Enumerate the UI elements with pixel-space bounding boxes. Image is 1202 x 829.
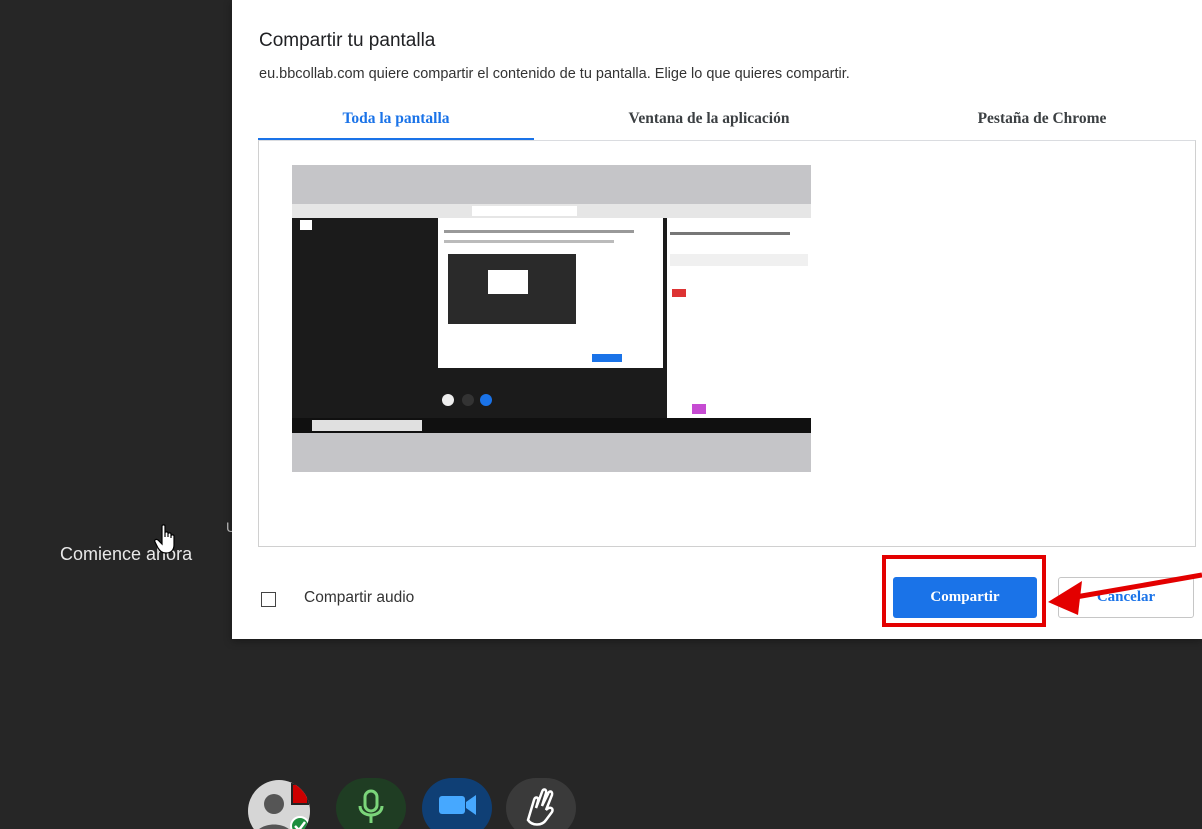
share-audio-label: Compartir audio xyxy=(304,589,415,606)
camera-icon xyxy=(439,795,476,815)
annotation-arrow-icon xyxy=(1048,572,1202,615)
microphone-button[interactable] xyxy=(336,778,406,829)
screen-thumbnail-content xyxy=(292,204,811,433)
tab-entire-screen[interactable]: Toda la pantalla xyxy=(258,100,534,140)
tab-application-window[interactable]: Ventana de la aplicación xyxy=(536,100,882,138)
avatar-status-icon[interactable] xyxy=(248,780,310,829)
dialog-description: eu.bbcollab.com quiere compartir el cont… xyxy=(259,66,850,82)
raise-hand-icon xyxy=(526,788,554,826)
share-tabs: Toda la pantalla Ventana de la aplicació… xyxy=(258,100,1202,140)
share-screen-dialog: Compartir tu pantalla eu.bbcollab.com qu… xyxy=(232,0,1202,639)
microphone-icon xyxy=(358,789,384,823)
share-audio-checkbox[interactable] xyxy=(261,592,276,607)
share-preview-area xyxy=(258,140,1196,547)
share-button[interactable]: Compartir xyxy=(893,577,1037,618)
screen-thumbnail[interactable] xyxy=(292,165,811,472)
tab-chrome-tab[interactable]: Pestaña de Chrome xyxy=(884,100,1200,138)
camera-button[interactable] xyxy=(422,778,492,829)
hand-cursor-icon xyxy=(154,524,175,554)
raise-hand-button[interactable] xyxy=(506,778,576,829)
dialog-title: Compartir tu pantalla xyxy=(259,30,436,51)
